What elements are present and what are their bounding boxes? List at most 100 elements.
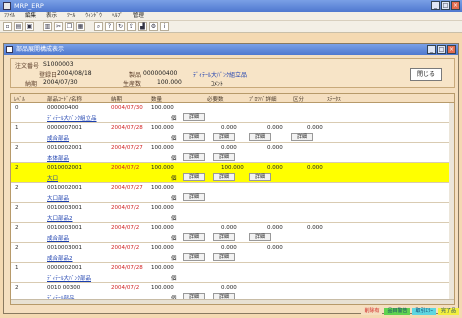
- detail-button[interactable]: 詳細: [183, 153, 205, 161]
- row-name[interactable]: ﾃﾞｨﾃｰﾙ大ﾊﾞﾝｸ部品: [47, 274, 91, 282]
- menu-view[interactable]: 表示: [46, 12, 57, 20]
- close-window-button[interactable]: ×: [451, 1, 460, 10]
- row-date: 2004/07/2: [111, 285, 140, 291]
- row-qty: 100.000: [151, 185, 174, 191]
- save-icon[interactable]: ▣: [25, 22, 34, 31]
- copy-icon[interactable]: ❐: [65, 22, 74, 31]
- row-detail-value: 0.000: [267, 245, 283, 251]
- table-row[interactable]: 2 0010003001 大口部品2 2004/07/2 100.000 個: [11, 203, 454, 223]
- row-detail-value: 0.000: [267, 125, 283, 131]
- row-qty: 100.000: [151, 285, 174, 291]
- refresh-icon[interactable]: ↻: [116, 22, 125, 31]
- detail-button-2[interactable]: 詳細: [213, 233, 235, 241]
- table-row[interactable]: 0 000000400 ﾃﾞｨﾃｰﾙ大ﾊﾞﾝｸ組立品 0004/07/30 100.00…: [11, 103, 454, 123]
- row-name[interactable]: ﾃﾞｨﾃｰﾙ大ﾊﾞﾝｸ組立品: [47, 114, 97, 122]
- row-name[interactable]: 成合部品: [47, 134, 69, 142]
- row-name[interactable]: 本体部品: [47, 154, 69, 162]
- find-icon[interactable]: ⌕: [94, 22, 103, 31]
- row-name[interactable]: 大口部品2: [47, 214, 73, 222]
- row-name[interactable]: 成合部品: [47, 234, 69, 242]
- table-row[interactable]: 2 0010003001 成合部品 2004/07/2 100.000 個詳細 0.000 詳…: [11, 223, 454, 243]
- row-date: 2004/07/2: [111, 165, 140, 171]
- table-row[interactable]: 2 0010002001 大口部品 2004/07/27 100.000 個詳細: [11, 183, 454, 203]
- bom-minimize-button[interactable]: _: [427, 45, 436, 54]
- detail-button-2[interactable]: 詳細: [213, 153, 235, 161]
- header-qty: 数量: [151, 97, 163, 103]
- close-button[interactable]: 閉じる: [410, 68, 442, 81]
- row-level: 1: [15, 265, 19, 271]
- bom-maximize-button[interactable]: □: [437, 45, 446, 54]
- cut-icon[interactable]: ✂: [54, 22, 63, 31]
- settings-icon[interactable]: ⚙: [149, 22, 158, 31]
- table-header: ﾚﾍﾞﾙ 部品ｺｰﾄﾞ/名称 納期 数量 必要数 ﾌﾟﾛﾂﾊﾞ詳細 区分 ｽﾃｰ…: [11, 94, 454, 103]
- chart-icon[interactable]: ▟: [138, 22, 147, 31]
- maximize-button[interactable]: □: [441, 1, 450, 10]
- detail-button[interactable]: 詳細: [183, 233, 205, 241]
- menu-admin[interactable]: 管理: [133, 12, 144, 20]
- status-deleted: 削除有: [361, 308, 383, 315]
- menu-window[interactable]: ｳｨﾝﾄﾞｳ: [85, 12, 102, 20]
- detail-button-4[interactable]: 詳細: [291, 133, 313, 141]
- row-name[interactable]: 大口: [47, 174, 58, 182]
- row-code: 0000007001: [47, 125, 82, 131]
- row-qty: 100.000: [151, 105, 174, 111]
- item-name: ﾃﾞｨﾃｰﾙ大ﾊﾞﾝｸ組立品: [193, 72, 248, 79]
- row-level: 2: [15, 185, 19, 191]
- row-detail-value: 0.000: [267, 225, 283, 231]
- info-icon[interactable]: i: [160, 22, 169, 31]
- minimize-button[interactable]: _: [431, 1, 440, 10]
- bom-title: 部品展開構成表示: [16, 46, 65, 53]
- status-legend: 削除有 品目警告 取引ｴﾗｰ 完了品: [361, 308, 459, 315]
- table-row[interactable]: 2 0010002001 大口 2004/07/2 100.000 個詳細 100.000 詳…: [11, 163, 454, 183]
- detail-button-3[interactable]: 詳細: [249, 173, 271, 181]
- menu-file[interactable]: ﾌｧｲﾙ: [4, 12, 15, 20]
- row-level: 2: [15, 205, 19, 211]
- row-level: 2: [15, 225, 19, 231]
- row-unit: 個: [171, 176, 177, 182]
- row-code: 0010003001: [47, 225, 82, 231]
- new-icon[interactable]: ▫: [3, 22, 12, 31]
- app-icon: [3, 2, 11, 10]
- row-date: 0004/07/30: [111, 105, 143, 111]
- detail-button[interactable]: 詳細: [183, 113, 205, 121]
- row-level: 2: [15, 165, 19, 171]
- header-class: 区分: [293, 97, 305, 103]
- detail-button[interactable]: 詳細: [183, 253, 205, 261]
- detail-button-3[interactable]: 詳細: [249, 233, 271, 241]
- row-name[interactable]: 大口部品: [47, 194, 69, 202]
- bom-window: 部品展開構成表示 _ □ × 注文番号 S1000003 登録日 2004/08…: [3, 43, 459, 314]
- row-class-value: 0.000: [307, 125, 323, 131]
- menu-tools[interactable]: ﾂｰﾙ: [67, 12, 75, 20]
- bom-table: ﾚﾍﾞﾙ 部品ｺｰﾄﾞ/名称 納期 数量 必要数 ﾌﾟﾛﾂﾊﾞ詳細 区分 ｽﾃｰ…: [10, 93, 455, 305]
- bom-close-button[interactable]: ×: [447, 45, 456, 54]
- row-code: 000000400: [47, 105, 79, 111]
- table-row[interactable]: 1 0000002001 ﾃﾞｨﾃｰﾙ大ﾊﾞﾝｸ部品 2004/07/28 100.00…: [11, 263, 454, 283]
- print-icon[interactable]: ▥: [43, 22, 52, 31]
- detail-button-2[interactable]: 詳細: [213, 133, 235, 141]
- table-row[interactable]: 2 0010002001 本体部品 2004/07/27 100.000 個詳細 0.000…: [11, 143, 454, 163]
- row-code: 0010002001: [47, 185, 82, 191]
- help-icon[interactable]: ?: [105, 22, 114, 31]
- vertical-scrollbar[interactable]: [449, 103, 454, 301]
- due-label: 納期: [25, 81, 38, 88]
- row-date: 2004/07/28: [111, 125, 143, 131]
- menu-edit[interactable]: 編集: [25, 12, 36, 20]
- detail-button[interactable]: 詳細: [183, 173, 205, 181]
- open-icon[interactable]: ▤: [14, 22, 23, 31]
- detail-button[interactable]: 詳細: [183, 133, 205, 141]
- detail-button[interactable]: 詳細: [183, 193, 205, 201]
- detail-button-2[interactable]: 詳細: [213, 253, 235, 261]
- table-row[interactable]: 2 0010003001 成合部品2 2004/07/2 100.000 個詳細 0.000…: [11, 243, 454, 263]
- horizontal-scrollbar[interactable]: [11, 299, 454, 304]
- row-unit: 個: [171, 156, 177, 162]
- detail-button-3[interactable]: 詳細: [249, 133, 271, 141]
- paste-icon[interactable]: ▦: [76, 22, 85, 31]
- menu-help[interactable]: ﾍﾙﾌﾟ: [112, 12, 123, 20]
- row-detail-value: 0.000: [267, 145, 283, 151]
- detail-button-2[interactable]: 詳細: [213, 173, 235, 181]
- window-titlebar: MRP_ERP _ □ ×: [0, 0, 462, 12]
- table-row[interactable]: 1 0000007001 成合部品 2004/07/28 100.000 個詳細 0.000…: [11, 123, 454, 143]
- export-icon[interactable]: ⇪: [127, 22, 136, 31]
- row-name[interactable]: 成合部品2: [47, 254, 73, 262]
- row-date: 2004/07/2: [111, 245, 140, 251]
